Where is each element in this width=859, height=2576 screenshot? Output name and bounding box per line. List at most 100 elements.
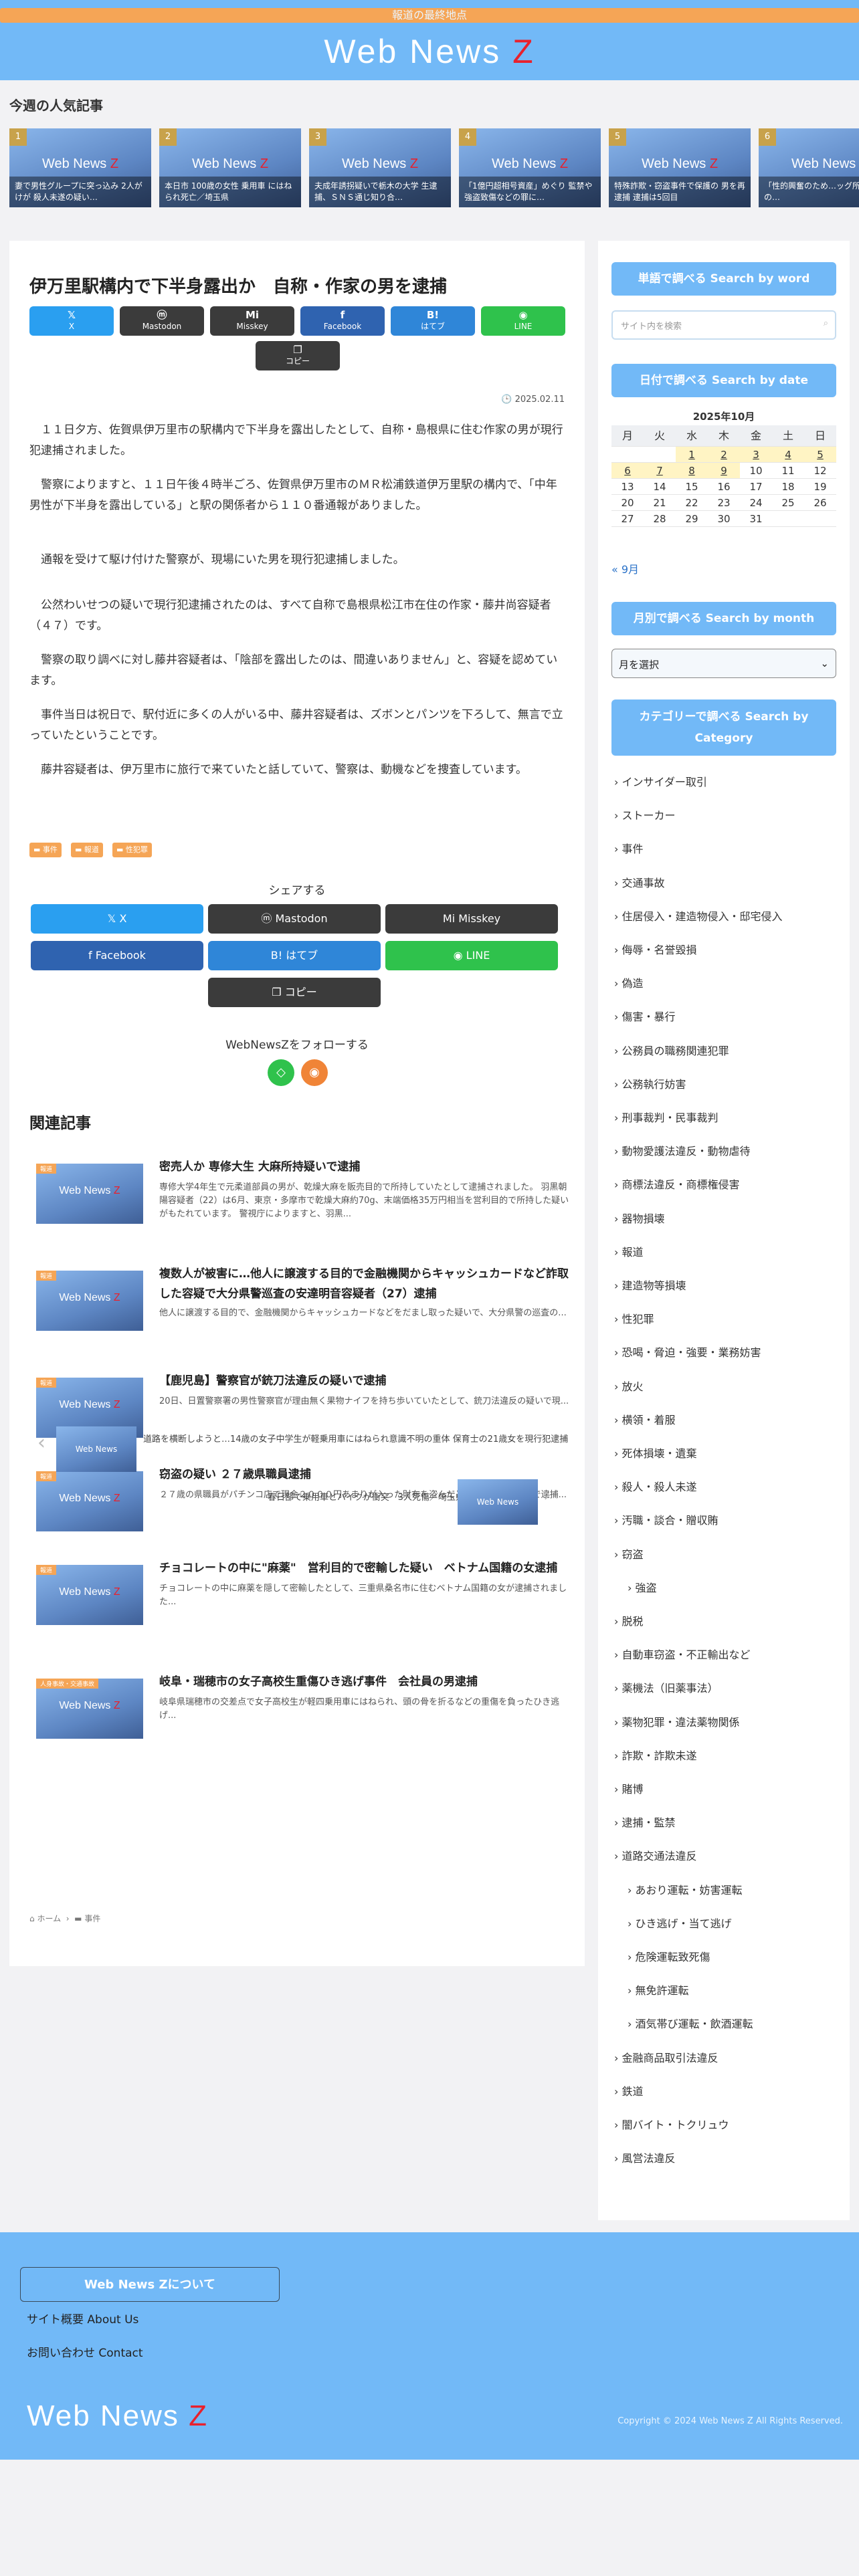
calendar-day[interactable]: 1 xyxy=(676,447,708,463)
category-tag[interactable]: ▬ 報道 xyxy=(71,843,103,857)
popular-card[interactable]: Web News Z 4 「1億円超相号資産」めぐり 監禁や強盗致傷などの罪に… xyxy=(459,128,601,207)
sidebar-category-item[interactable]: › 闇バイト・トクリュウ xyxy=(614,2116,729,2132)
related-title[interactable]: 複数人が被害に…他人に譲渡する目的で金融機関からキャッシュカードなど詐取した容疑… xyxy=(159,1264,571,1304)
sidebar-category-item[interactable]: › 傷害・暴行 xyxy=(614,1008,676,1024)
popular-caption[interactable]: 特殊詐欺・窃盗事件で保護の 男を再逮捕 逮捕は5回目 xyxy=(609,177,751,207)
share-misskey-button-bottom[interactable]: Mi Misskey xyxy=(385,904,558,934)
calendar-day[interactable]: 3 xyxy=(740,447,772,463)
related-item[interactable]: Web News Z 報道 チョコレートの中に"麻薬" 営利目的で密輸した疑い ベト… xyxy=(36,1558,571,1638)
share-copy-button[interactable]: ❐ コピー xyxy=(256,341,340,370)
popular-card[interactable]: Web News Z 6 「性的興奮のため…ッグ所持、容疑の… xyxy=(759,128,859,207)
sidebar-category-item[interactable]: › 住居侵入・建造物侵入・邸宅侵入 xyxy=(614,907,783,924)
sidebar-category-item[interactable]: › あおり運転・妨害運転 xyxy=(628,1881,743,1897)
related-title[interactable]: 岐阜・瑞穂市の女子高校生重傷ひき逃げ事件 会社員の男逮捕 xyxy=(159,1672,571,1692)
sidebar-category-item[interactable]: › 酒気帯び運転・飲酒運転 xyxy=(628,2015,753,2031)
popular-card[interactable]: Web News Z 2 本日市 100歳の女性 乗用車 にはねられ死亡／埼玉県 xyxy=(159,128,301,207)
related-item[interactable]: Web News Z 報道 密売人か 専修大生 大麻所持疑いで逮捕 専修大学4年生で元… xyxy=(36,1157,571,1237)
related-thumb[interactable]: Web News Z 報道 xyxy=(36,1271,143,1331)
sidebar-category-item[interactable]: › 無免許運転 xyxy=(628,1981,689,1998)
sidebar-category-item[interactable]: › 殺人・殺人未遂 xyxy=(614,1478,697,1494)
sidebar-category-item[interactable]: › 横領・着服 xyxy=(614,1411,676,1427)
sidebar-category-item[interactable]: › 賭博 xyxy=(614,1780,644,1796)
related-title[interactable]: 【鹿児島】警察官が銃刀法違反の疑いで逮捕 xyxy=(159,1371,571,1391)
sidebar-category-item[interactable]: › 薬機法（旧薬事法） xyxy=(614,1679,719,1695)
sidebar-category-item[interactable]: › 事件 xyxy=(614,840,644,856)
footer-link-about[interactable]: サイト概要 About Us xyxy=(27,2310,138,2327)
sidebar-category-item[interactable]: › 薬物犯罪・違法薬物関係 xyxy=(614,1713,740,1729)
sidebar-category-item[interactable]: › ひき逃げ・当て逃げ xyxy=(628,1915,732,1931)
sidebar-category-item[interactable]: › 死体損壊・遺棄 xyxy=(614,1444,697,1461)
sidebar-category-item[interactable]: › 鉄道 xyxy=(614,2082,644,2099)
next-post-thumb[interactable]: Web News xyxy=(458,1479,538,1525)
related-item[interactable]: Web News Z 報道 複数人が被害に…他人に譲渡する目的で金融機関からキャッシ… xyxy=(36,1264,571,1344)
sidebar-category-item[interactable]: › 強盗 xyxy=(628,1579,657,1595)
share-facebook-button-bottom[interactable]: f Facebook xyxy=(31,941,203,970)
category-tag[interactable]: ▬ 性犯罪 xyxy=(112,843,152,857)
popular-caption[interactable]: 「性的興奮のため…ッグ所持、容疑の… xyxy=(759,177,859,207)
share-copy-button-bottom[interactable]: ❐ コピー xyxy=(208,978,381,1007)
calendar-day[interactable]: 2 xyxy=(708,447,740,463)
sidebar-category-item[interactable]: › 窃盗 xyxy=(614,1545,644,1562)
site-search-input[interactable]: サイト内を検索 ⌕ xyxy=(611,310,836,340)
sidebar-category-item[interactable]: › 公務員の職務関連犯罪 xyxy=(614,1042,729,1058)
next-post-link[interactable]: 春日部で乗用車とバイクが衝突 3人死傷／埼玉県 xyxy=(230,1491,464,1505)
related-title[interactable]: 密売人か 専修大生 大麻所持疑いで逮捕 xyxy=(159,1157,571,1177)
share-line-button[interactable]: ◉ LINE xyxy=(481,306,565,336)
chevron-right-icon[interactable]: › xyxy=(543,1483,551,1507)
related-title[interactable]: チョコレートの中に"麻薬" 営利目的で密輸した疑い ベトナム国籍の女逮捕 xyxy=(159,1558,571,1578)
popular-card[interactable]: Web News Z 1 妻で男性グループに突っ込み 2人がけが 殺人未遂の疑い… xyxy=(9,128,151,207)
calendar-day[interactable]: 7 xyxy=(644,463,676,479)
sidebar-category-item[interactable]: › 交通事故 xyxy=(614,874,665,890)
calendar-day[interactable]: 6 xyxy=(611,463,644,479)
rss-icon[interactable]: ◉ xyxy=(301,1059,328,1086)
sidebar-category-item[interactable]: › 自動車窃盗・不正輸出など xyxy=(614,1646,751,1662)
share-mastodon-button-bottom[interactable]: ⓜ Mastodon xyxy=(208,904,381,934)
related-thumb[interactable]: Web News Z 報道 xyxy=(36,1565,143,1625)
related-thumb[interactable]: Web News Z 人身事故・交通事故 xyxy=(36,1679,143,1739)
prev-post-thumb[interactable]: Web News xyxy=(56,1426,136,1472)
calendar-day[interactable]: 5 xyxy=(804,447,836,463)
related-item[interactable]: Web News Z 人身事故・交通事故 岐阜・瑞穂市の女子高校生重傷ひき逃げ事件 … xyxy=(36,1672,571,1752)
category-tag[interactable]: ▬ 事件 xyxy=(29,843,62,857)
sidebar-category-item[interactable]: › 公務執行妨害 xyxy=(614,1075,686,1091)
popular-card[interactable]: Web News Z 3 夫成年誘拐疑いで栃木の大学 生逮捕、ＳＮＳ通じ知り合… xyxy=(309,128,451,207)
footer-link-contact[interactable]: お問い合わせ Contact xyxy=(27,2343,143,2360)
sidebar-category-item[interactable]: › ストーカー xyxy=(614,807,676,823)
site-logo[interactable]: Web News Z xyxy=(0,32,859,71)
popular-caption[interactable]: 本日市 100歳の女性 乗用車 にはねられ死亡／埼玉県 xyxy=(159,177,301,207)
sidebar-category-item[interactable]: › 放火 xyxy=(614,1378,644,1394)
calendar-prev-month[interactable]: « 9月 xyxy=(611,560,639,576)
about-button[interactable]: Web News Zについて xyxy=(20,2267,280,2302)
sidebar-category-item[interactable]: › 偽造 xyxy=(614,974,644,990)
sidebar-category-item[interactable]: › 動物愛護法違反・動物虐待 xyxy=(614,1142,751,1158)
month-select[interactable]: 月を選択 ⌄ xyxy=(611,649,836,678)
footer-logo[interactable]: Web News Z xyxy=(27,2399,208,2433)
share-hatebu-button-bottom[interactable]: B! はてブ xyxy=(208,941,381,970)
breadcrumb-category[interactable]: 事件 xyxy=(84,1914,100,1923)
sidebar-category-item[interactable]: › 詐欺・詐欺未遂 xyxy=(614,1747,697,1763)
share-hatebu-button[interactable]: B! はてブ xyxy=(391,306,475,336)
sidebar-category-item[interactable]: › 道路交通法違反 xyxy=(614,1847,697,1863)
chevron-left-icon[interactable]: ‹ xyxy=(37,1431,45,1455)
sidebar-category-item[interactable]: › 建造物等損壊 xyxy=(614,1277,686,1293)
sidebar-category-item[interactable]: › 刑事裁判・民事裁判 xyxy=(614,1109,719,1125)
calendar-day[interactable]: 9 xyxy=(708,463,740,479)
sidebar-category-item[interactable]: › 風営法違反 xyxy=(614,2149,676,2165)
sidebar-category-item[interactable]: › 侮辱・名誉毀損 xyxy=(614,941,697,957)
popular-caption[interactable]: 夫成年誘拐疑いで栃木の大学 生逮捕、ＳＮＳ通じ知り合… xyxy=(309,177,451,207)
sidebar-category-item[interactable]: › 報道 xyxy=(614,1243,644,1259)
sidebar-category-item[interactable]: › 恐喝・脅迫・強要・業務妨害 xyxy=(614,1344,761,1360)
search-icon[interactable]: ⌕ xyxy=(824,318,828,328)
share-mastodon-button[interactable]: ⓜ Mastodon xyxy=(120,306,204,336)
share-line-button-bottom[interactable]: ◉ LINE xyxy=(385,941,558,970)
share-x-button-bottom[interactable]: 𝕏 X xyxy=(31,904,203,934)
breadcrumb-home[interactable]: ホーム xyxy=(37,1914,61,1923)
calendar-day[interactable]: 8 xyxy=(676,463,708,479)
popular-card[interactable]: Web News Z 5 特殊詐欺・窃盗事件で保護の 男を再逮捕 逮捕は5回目 xyxy=(609,128,751,207)
related-thumb[interactable]: Web News Z 報道 xyxy=(36,1471,143,1531)
popular-caption[interactable]: 妻で男性グループに突っ込み 2人がけが 殺人未遂の疑い… xyxy=(9,177,151,207)
sidebar-category-item[interactable]: › 汚職・談合・贈収賄 xyxy=(614,1511,719,1527)
sidebar-category-item[interactable]: › 器物損壊 xyxy=(614,1210,665,1226)
sidebar-category-item[interactable]: › 脱税 xyxy=(614,1612,644,1628)
share-facebook-button[interactable]: f Facebook xyxy=(300,306,385,336)
